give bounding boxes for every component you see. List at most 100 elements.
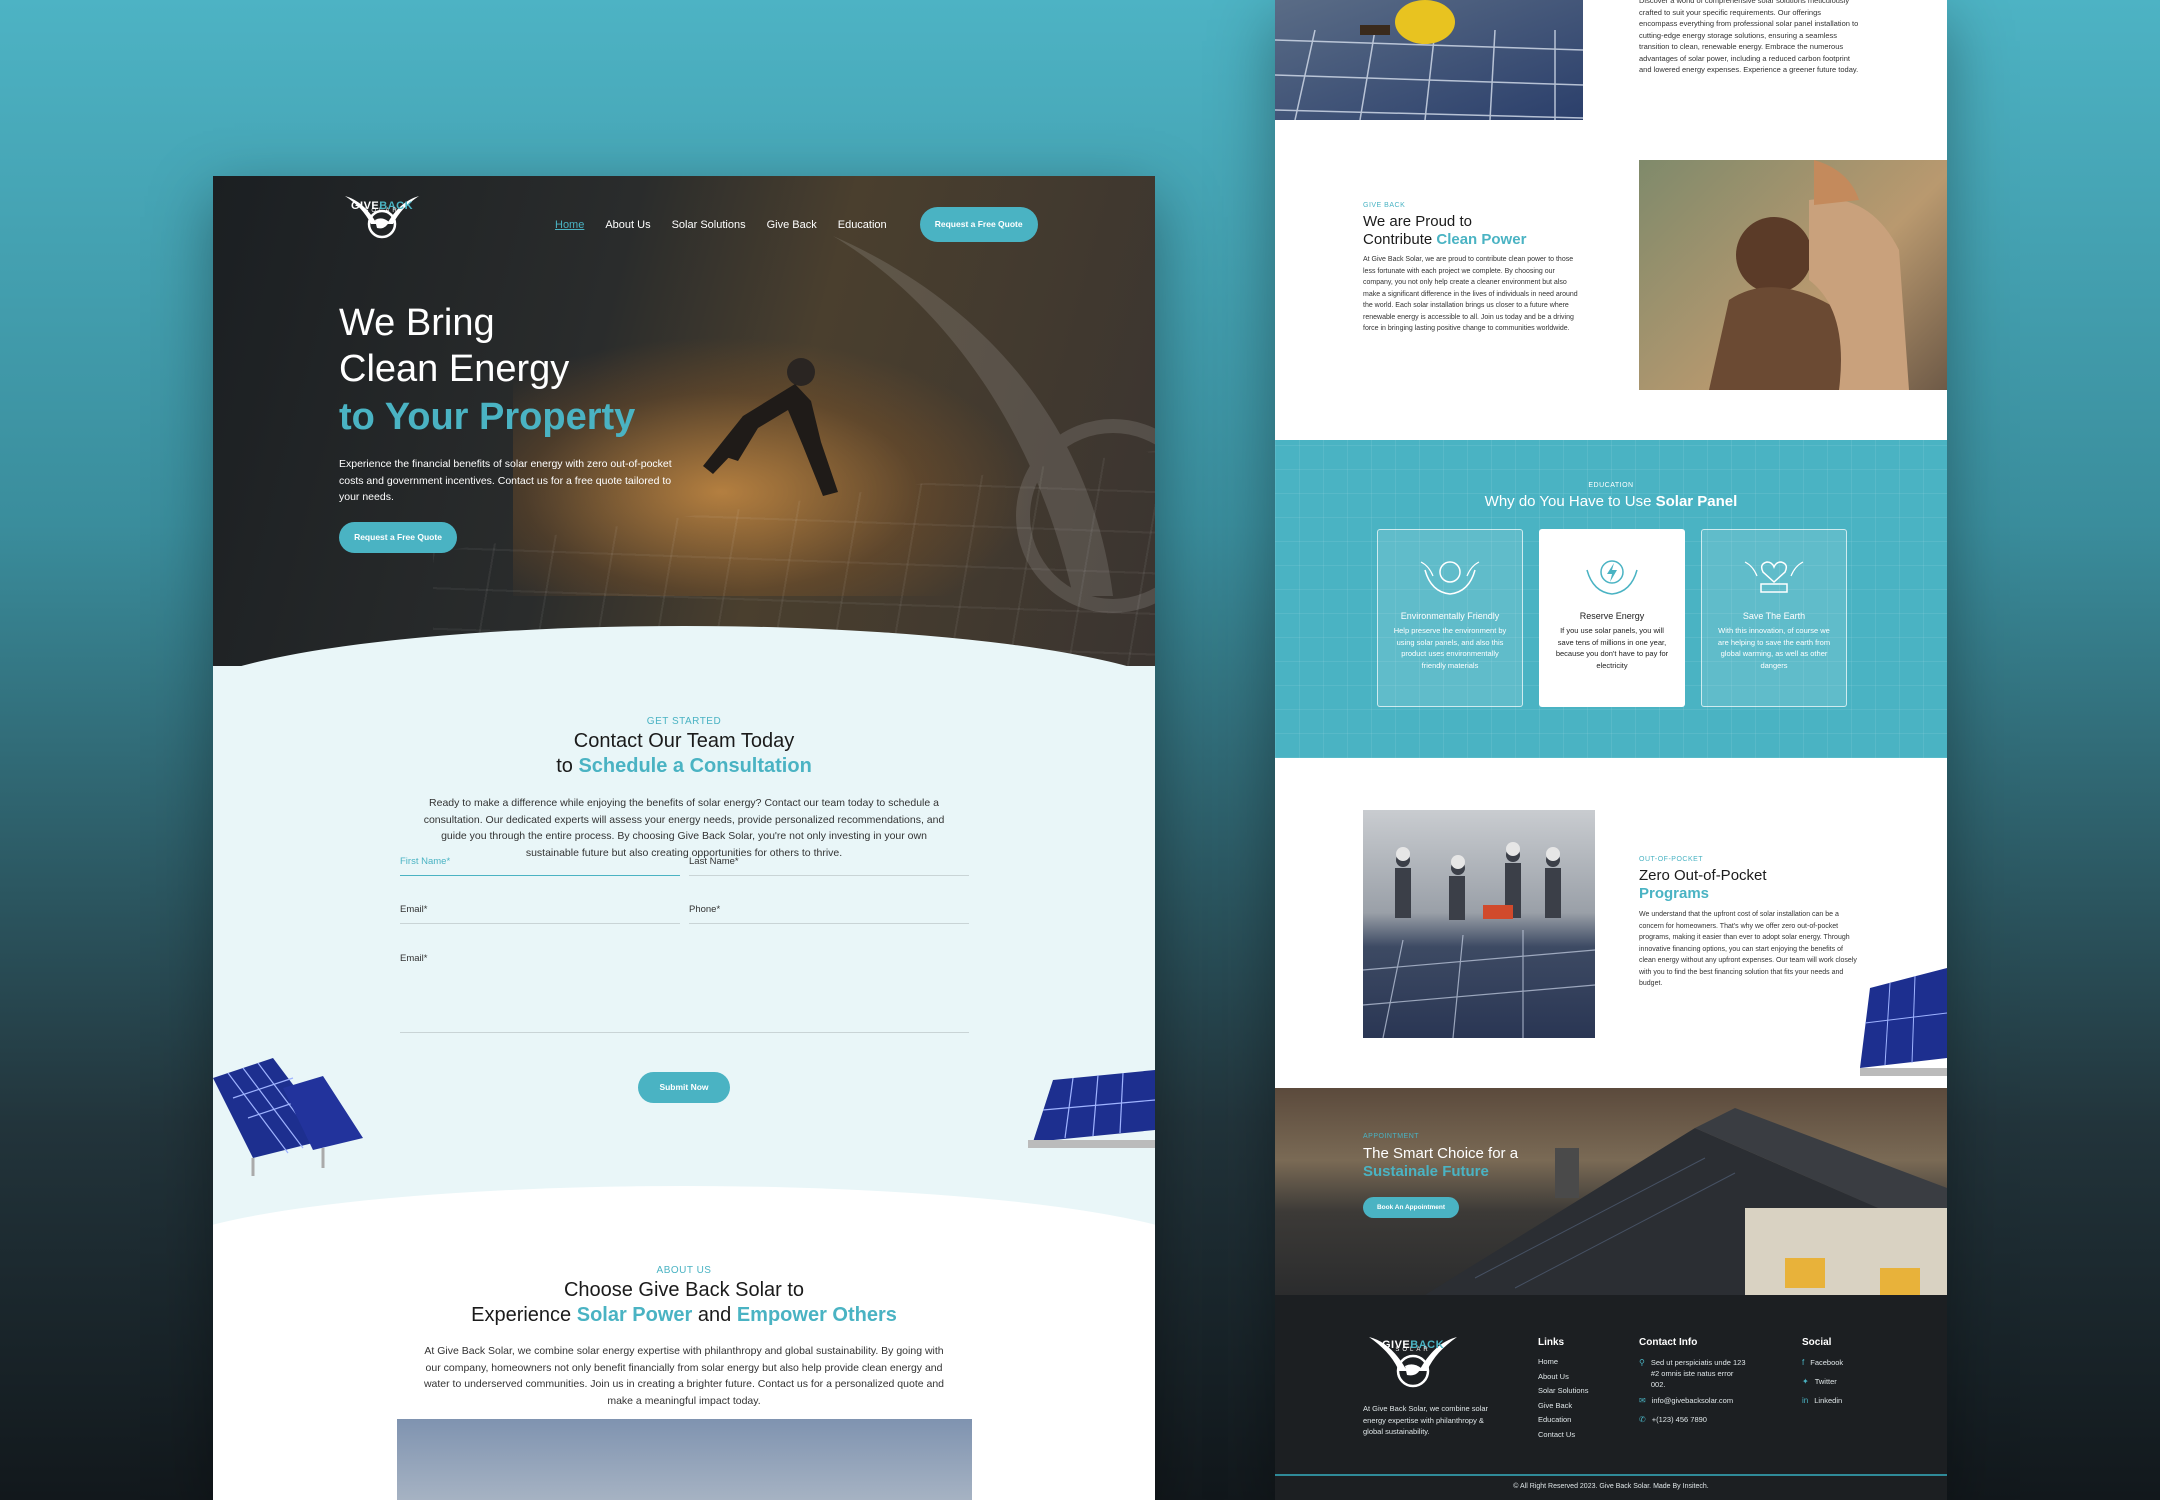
footer-logo-subtext: SOLAR: [1395, 1347, 1431, 1353]
nav-about-us[interactable]: About Us: [605, 219, 650, 231]
about-eyebrow: ABOUT US: [656, 1265, 712, 1276]
submit-button[interactable]: Submit Now: [638, 1072, 730, 1103]
solar-panel-side-image: [1860, 968, 1947, 1076]
about-title-line-1: Choose Give Back Solar to: [563, 1279, 805, 1301]
footer-address: ⚲ Sed ut perspiciatis unde 123 #2 omnis i…: [1639, 1358, 1746, 1389]
mail-icon: ✉: [1639, 1396, 1646, 1405]
footer-linkedin[interactable]: in Linkedin: [1802, 1395, 1842, 1406]
appointment-section: APPOINTMENT The Smart Choice for a Susta…: [1275, 1088, 1947, 1295]
hero-line-3: to Your Property: [339, 396, 636, 438]
about-section: ABOUT US Choose Give Back Solar to Exper…: [213, 1265, 1155, 1500]
education-section: EDUCATION Why do You Have to Use Solar P…: [1275, 440, 1947, 758]
site-logo[interactable]: GIVEBACK SOLAR: [337, 190, 427, 242]
hero-line-1: We Bring: [339, 302, 495, 344]
outofpocket-title: Zero Out-of-Pocket Programs: [1639, 867, 1767, 903]
footer-link-home[interactable]: Home: [1538, 1355, 1588, 1370]
footer-link-about[interactable]: About Us: [1538, 1370, 1588, 1385]
nav-education[interactable]: Education: [838, 219, 887, 231]
footer-logo[interactable]: GIVEBACK SOLAR: [1363, 1331, 1463, 1391]
location-pin-icon: ⚲: [1639, 1358, 1645, 1367]
nav-solar-solutions[interactable]: Solar Solutions: [672, 219, 746, 231]
child-photo: [1639, 160, 1947, 390]
appointment-title-line-1: The Smart Choice for a: [1363, 1145, 1519, 1162]
nav-quote-button[interactable]: Request a Free Quote: [919, 207, 1038, 242]
outofpocket-title-line-2: Programs: [1639, 885, 1710, 902]
card-environmentally-friendly[interactable]: Environmentally Friendly Help preserve t…: [1377, 529, 1523, 707]
homepage-mockup-left: GIVEBACK SOLAR Home About Us Solar Solut…: [213, 176, 1155, 1500]
footer-facebook[interactable]: f Facebook: [1802, 1357, 1843, 1368]
footer-about: At Give Back Solar, we combine solar ene…: [1363, 1404, 1489, 1436]
giveback-paragraph: At Give Back Solar, we are proud to cont…: [1363, 256, 1578, 332]
footer-divider: [1275, 1474, 1947, 1476]
solutions-paragraph: Discover a world of comprehensive solar …: [1639, 0, 1859, 74]
outofpocket-paragraph: We understand that the upfront cost of s…: [1639, 911, 1857, 987]
giveback-title: We are Proud to Contribute Clean Power: [1363, 213, 1526, 249]
footer-twitter[interactable]: ✦ Twitter: [1802, 1376, 1837, 1387]
bolt-hands-icon: [1586, 560, 1638, 595]
about-title-line-2: Experience Solar Power and Empower Other…: [471, 1304, 897, 1326]
solar-panel-left-image: [213, 1058, 363, 1176]
footer-email[interactable]: ✉ info@givebacksolar.com: [1639, 1395, 1733, 1406]
card-title: Save The Earth: [1742, 611, 1806, 621]
education-title: Why do You Have to Use Solar Panel: [1484, 493, 1738, 510]
hero-subtext: Experience the financial benefits of sol…: [339, 458, 672, 503]
last-name-field[interactable]: Last Name*: [689, 856, 969, 876]
contact-paragraph: Ready to make a difference while enjoyin…: [423, 797, 945, 859]
footer-links-title: Links: [1538, 1337, 1565, 1348]
hero-line-2: Clean Energy: [339, 348, 570, 390]
first-name-field[interactable]: First Name*: [400, 856, 680, 876]
card-desc: With this innovation, of course we are h…: [1717, 626, 1831, 670]
twitter-icon: ✦: [1802, 1377, 1809, 1386]
hero-headline: We Bring Clean Energy to Your Property: [339, 300, 635, 442]
contact-title-line-2: to Schedule a Consultation: [556, 755, 812, 777]
footer-link-contact[interactable]: Contact Us: [1538, 1428, 1588, 1443]
footer-link-education[interactable]: Education: [1538, 1413, 1588, 1428]
site-footer: GIVEBACK SOLAR At Give Back Solar, we co…: [1275, 1295, 1947, 1500]
about-paragraph: At Give Back Solar, we combine solar ene…: [423, 1345, 945, 1407]
worker-silhouette-image: [703, 358, 838, 496]
footer-phone[interactable]: ✆ +(123) 456 7890: [1639, 1414, 1707, 1425]
solar-panel-right-image: [1028, 1070, 1155, 1148]
card-title: Environmentally Friendly: [1400, 611, 1500, 621]
hero-quote-button[interactable]: Request a Free Quote: [339, 522, 457, 553]
team-installing-photo: [1363, 810, 1595, 1038]
appointment-title: The Smart Choice for a Sustainale Future: [1363, 1145, 1518, 1181]
appointment-eyebrow: APPOINTMENT: [1363, 1133, 1420, 1140]
message-field[interactable]: Email*: [400, 953, 969, 1033]
linkedin-icon: in: [1802, 1396, 1809, 1405]
heart-earth-icon: [1744, 561, 1804, 593]
footer-copyright: © All Right Reserved 2023. Give Back Sol…: [1513, 1483, 1709, 1490]
contact-title-line-1: Contact Our Team Today: [573, 730, 795, 752]
giveback-title-line-1: We are Proud to: [1363, 213, 1472, 230]
outofpocket-eyebrow: OUT-OF-POCKET: [1639, 856, 1704, 863]
footer-link-giveback[interactable]: Give Back: [1538, 1399, 1588, 1414]
about-house-image: [397, 1419, 972, 1500]
phone-field[interactable]: Phone*: [689, 904, 969, 924]
homepage-mockup-right: Discover a world of comprehensive solar …: [1275, 0, 1947, 1500]
email-field[interactable]: Email*: [400, 904, 680, 924]
contact-eyebrow: GET STARTED: [646, 716, 722, 727]
giveback-eyebrow: GIVE BACK: [1363, 202, 1406, 209]
footer-links: Home About Us Solar Solutions Give Back …: [1538, 1355, 1588, 1442]
giveback-title-line-2: Contribute Clean Power: [1363, 231, 1527, 248]
card-title: Reserve Energy: [1579, 611, 1645, 621]
footer-social-title: Social: [1802, 1337, 1832, 1348]
solar-install-photo: [1275, 0, 1583, 120]
book-appointment-button[interactable]: Book An Appointment: [1363, 1197, 1459, 1218]
house-photo: [1425, 1108, 1947, 1295]
outofpocket-title-line-1: Zero Out-of-Pocket: [1639, 867, 1767, 884]
footer-link-solutions[interactable]: Solar Solutions: [1538, 1384, 1588, 1399]
education-eyebrow: EDUCATION: [1588, 482, 1634, 489]
card-reserve-energy[interactable]: Reserve Energy If you use solar panels, …: [1539, 529, 1685, 707]
phone-icon: ✆: [1639, 1415, 1646, 1424]
nav-give-back[interactable]: Give Back: [767, 219, 817, 231]
earth-hands-icon: [1420, 561, 1480, 595]
appointment-title-line-2: Sustainale Future: [1363, 1163, 1489, 1180]
card-desc: If you use solar panels, you will save t…: [1555, 626, 1669, 670]
logo-subtext: SOLAR: [364, 208, 400, 214]
facebook-icon: f: [1802, 1358, 1805, 1367]
nav-home[interactable]: Home: [555, 219, 584, 231]
card-save-the-earth[interactable]: Save The Earth With this innovation, of …: [1701, 529, 1847, 707]
footer-contact-title: Contact Info: [1639, 1337, 1698, 1348]
hero-section: GIVEBACK SOLAR Home About Us Solar Solut…: [213, 176, 1155, 681]
